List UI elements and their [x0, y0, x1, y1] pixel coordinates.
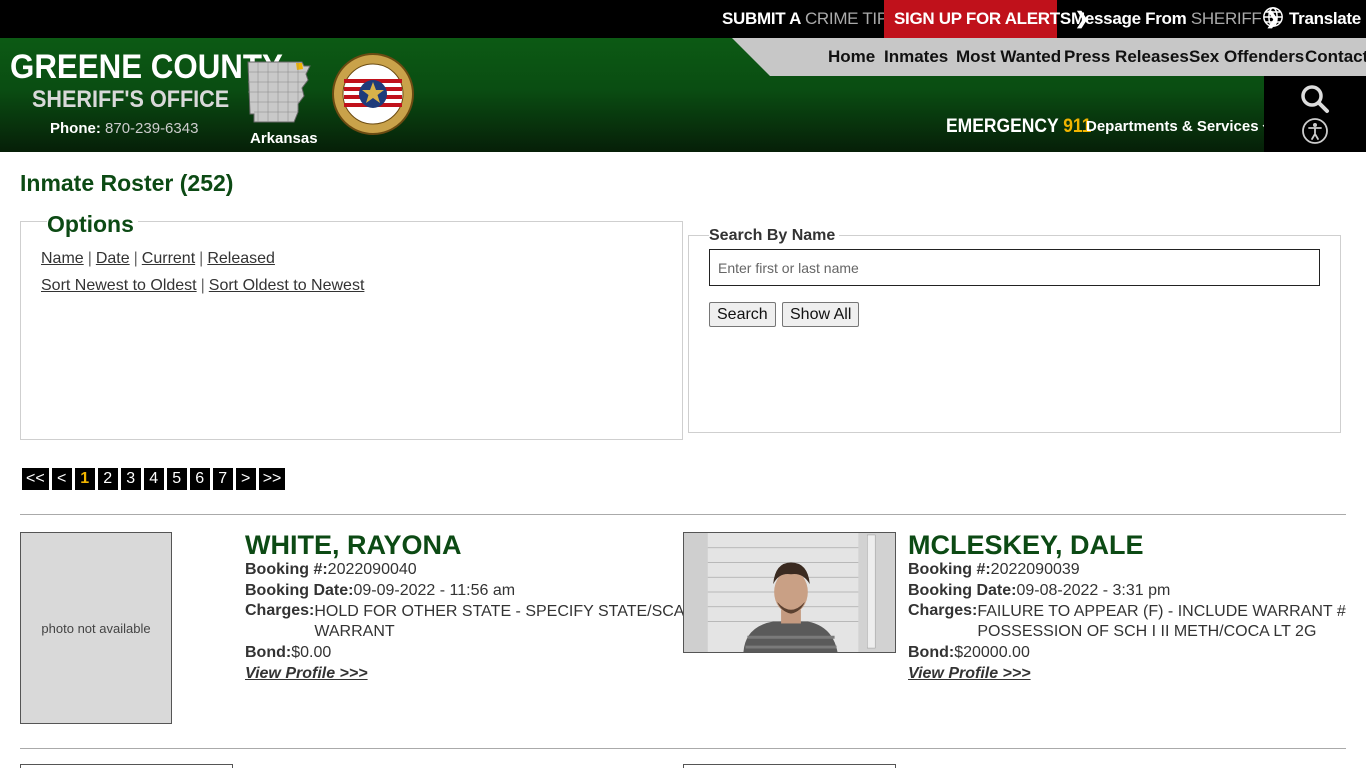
charges-label: Charges: [908, 602, 978, 619]
page-6[interactable]: 6 [189, 468, 210, 490]
emergency-number[interactable]: EMERGENCY 911 [946, 116, 1091, 138]
next-inmate-photo-edge [683, 764, 896, 768]
booking-date-label: Booking Date: [908, 582, 1017, 599]
departments-menu[interactable]: Departments & Services ⌵ [1086, 118, 1274, 135]
view-profile-link[interactable]: View Profile >>> [908, 665, 1031, 683]
page-1[interactable]: 1 [74, 468, 95, 490]
bond-amount: $0.00 [291, 644, 332, 661]
phone-number: 870-239-6343 [105, 120, 199, 137]
booking-number-row: Booking #:2022090040 [245, 561, 417, 579]
sheriff-message-link[interactable]: Message From SHERIFF ❯ [1071, 0, 1280, 38]
booking-number-row: Booking #:2022090039 [908, 561, 1080, 579]
show-all-button[interactable]: Show All [782, 302, 860, 327]
nav-press-releases[interactable]: Press Releases [1064, 47, 1189, 67]
site-title[interactable]: GREENE COUNTY [10, 48, 283, 87]
site-subtitle: SHERIFF'S OFFICE [32, 86, 230, 113]
booking-number: 2022090040 [327, 561, 417, 578]
sort-links: Sort Newest to Oldest | Sort Oldest to New… [41, 277, 365, 294]
charge-line: HOLD FOR OTHER STATE - SPECIFY STATE/SCA… [314, 603, 697, 620]
booking-date-row: Booking Date:09-08-2022 - 3:31 pm [908, 582, 1170, 600]
alerts-signup-link[interactable]: SIGN UP FOR ALERTS ❯ [884, 0, 1089, 38]
name-search-input[interactable] [709, 249, 1320, 286]
view-profile-link[interactable]: View Profile >>> [245, 665, 368, 683]
search-heading: Search By Name [709, 227, 840, 245]
sort-oldest-link[interactable]: Sort Oldest to Newest [209, 277, 365, 294]
translate-button[interactable]: Translate [1262, 0, 1361, 38]
nav-sex-offenders[interactable]: Sex Offenders [1189, 47, 1304, 67]
next-inmate-photo-edge [20, 764, 233, 768]
filter-date-link[interactable]: Date [96, 250, 130, 267]
arkansas-map-icon [247, 61, 311, 123]
charges-label: Charges: [245, 602, 315, 619]
sort-newest-link[interactable]: Sort Newest to Oldest [41, 277, 197, 294]
page-prev[interactable]: < [51, 468, 72, 490]
inmate-name[interactable]: MCLESKEY, DALE [908, 530, 1144, 561]
sheriff-label-b: SHERIFF [1190, 9, 1262, 28]
globe-icon [1263, 7, 1283, 27]
page-7[interactable]: 7 [212, 468, 233, 490]
nav-home[interactable]: Home [828, 47, 875, 67]
booking-date: 09-09-2022 - 11:56 am [353, 582, 516, 599]
page-5[interactable]: 5 [166, 468, 187, 490]
sheriff-seal-logo [332, 53, 414, 135]
page-4[interactable]: 4 [143, 468, 164, 490]
page-next[interactable]: > [235, 468, 256, 490]
booking-number-label: Booking #: [908, 561, 991, 578]
filter-released-link[interactable]: Released [207, 250, 275, 267]
page-3[interactable]: 3 [120, 468, 141, 490]
inmate-photo-placeholder[interactable]: photo not available [20, 532, 172, 724]
bond-row: Bond:$0.00 [245, 644, 331, 662]
booking-date: 09-08-2022 - 3:31 pm [1016, 582, 1171, 599]
state-label: Arkansas [250, 130, 318, 147]
booking-date-row: Booking Date:09-09-2022 - 11:56 am [245, 582, 515, 600]
inmate-name[interactable]: WHITE, RAYONA [245, 530, 462, 561]
bond-amount: $20000.00 [954, 644, 1030, 661]
charges-row: Charges: HOLD FOR OTHER STATE - SPECIFY … [245, 602, 696, 642]
translate-label: Translate [1289, 9, 1361, 28]
accessibility-icon[interactable] [1302, 118, 1328, 144]
nav-contact[interactable]: Contact [1305, 47, 1366, 67]
options-heading: Options [47, 211, 138, 238]
crime-tip-label-b: CRIME TIP [804, 9, 888, 28]
search-icon[interactable] [1300, 84, 1330, 114]
bond-row: Bond:$20000.00 [908, 644, 1030, 662]
search-button[interactable]: Search [709, 302, 776, 327]
nav-inmates[interactable]: Inmates [884, 47, 948, 67]
booking-date-label: Booking Date: [245, 582, 354, 599]
departments-label: Departments & Services [1086, 118, 1259, 135]
charges-list: FAILURE TO APPEAR (F) - INCLUDE WARRANT … [977, 602, 1345, 642]
bond-label: Bond: [245, 644, 292, 661]
page-title: Inmate Roster (252) [20, 170, 234, 196]
phone-label: Phone: [50, 120, 101, 137]
charge-line: POSSESSION OF SCH I II METH/COCA LT 2G [977, 623, 1317, 640]
list-divider [20, 514, 1346, 515]
page-first[interactable]: << [22, 468, 49, 490]
list-divider [20, 748, 1346, 749]
crime-tip-label-a: SUBMIT A [722, 9, 801, 28]
charge-line: FAILURE TO APPEAR (F) - INCLUDE WARRANT … [977, 603, 1346, 620]
filter-name-link[interactable]: Name [41, 250, 84, 267]
page-2[interactable]: 2 [97, 468, 118, 490]
booking-number-label: Booking #: [245, 561, 328, 578]
nav-most-wanted[interactable]: Most Wanted [956, 47, 1061, 67]
top-bar: SUBMIT A CRIME TIP❯ SIGN UP FOR ALERTS❯ … [0, 0, 1366, 38]
filter-current-link[interactable]: Current [142, 250, 195, 267]
pagination: << < 1 2 3 4 5 6 7 > >> [22, 468, 286, 490]
bond-label: Bond: [908, 644, 955, 661]
charge-line: WARRANT [314, 623, 395, 640]
filter-links: Name | Date | Current | Released [41, 250, 275, 267]
emergency-label: EMERGENCY [946, 116, 1059, 137]
crime-tip-link[interactable]: SUBMIT A CRIME TIP❯ [722, 0, 906, 38]
booking-number: 2022090039 [990, 561, 1080, 578]
phone-info: Phone: 870-239-6343 [50, 120, 198, 137]
inmate-mugshot[interactable] [683, 532, 896, 653]
charges-row: Charges: FAILURE TO APPEAR (F) - INCLUDE… [908, 602, 1346, 642]
charges-list: HOLD FOR OTHER STATE - SPECIFY STATE/SCA… [314, 602, 696, 642]
photo-unavailable-text: photo not available [41, 620, 151, 636]
page-last[interactable]: >> [258, 468, 286, 490]
sheriff-label-a: Message From [1071, 9, 1187, 28]
alerts-label: SIGN UP FOR ALERTS [894, 9, 1071, 28]
